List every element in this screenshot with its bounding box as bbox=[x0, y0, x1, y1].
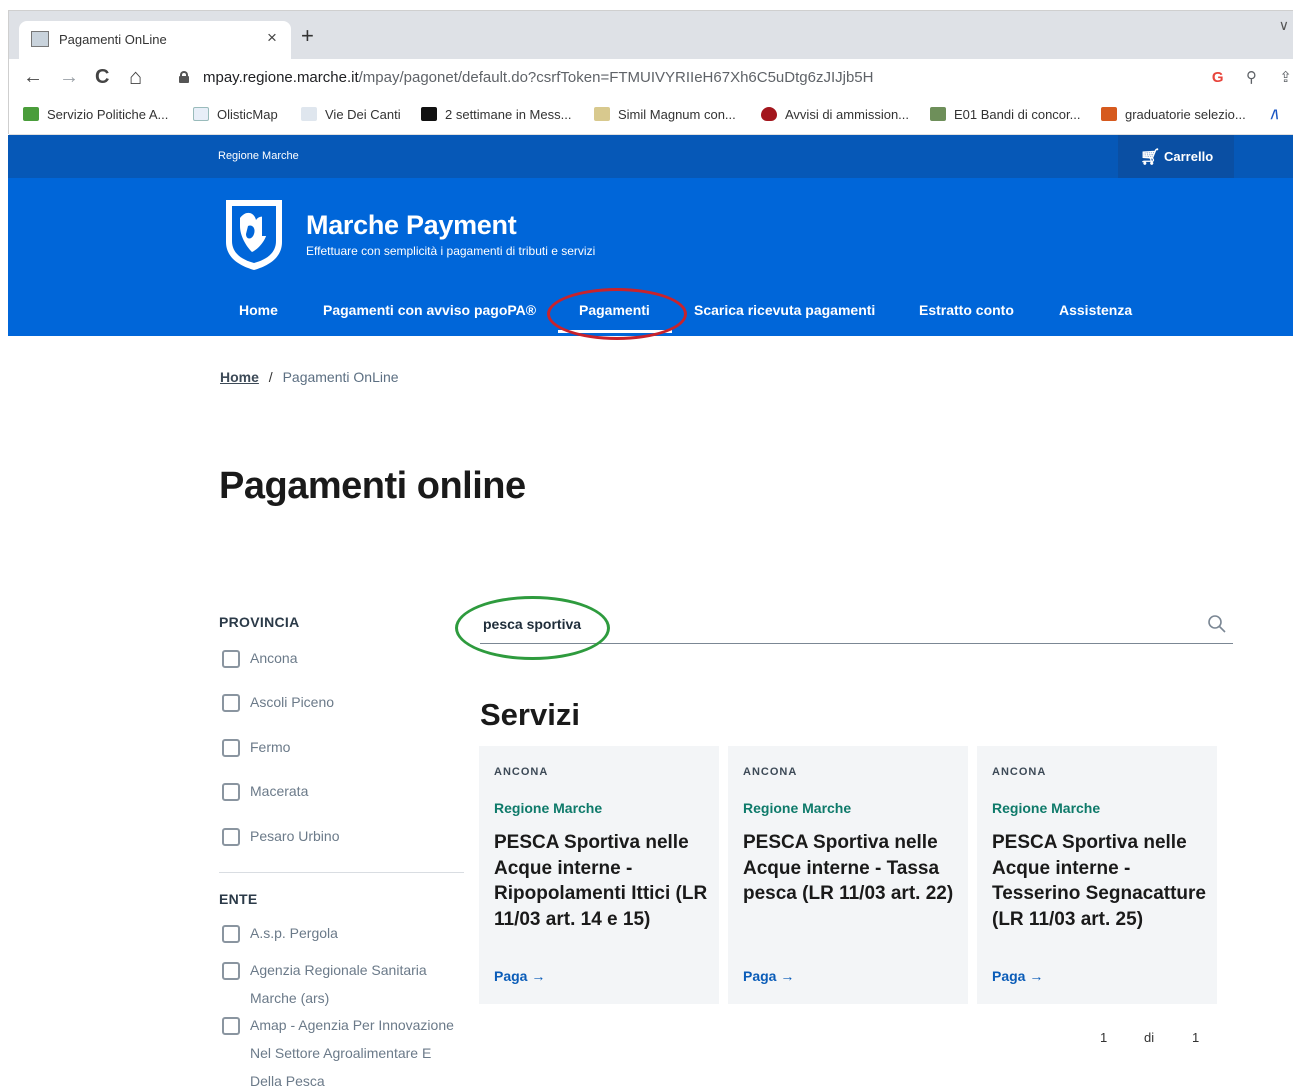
checkbox[interactable] bbox=[222, 828, 240, 846]
card-category: ANCONA bbox=[494, 766, 549, 778]
brand-title[interactable]: Marche Payment bbox=[306, 210, 517, 241]
share-icon[interactable]: ⇪ bbox=[1279, 68, 1292, 86]
filter-heading-provincia: PROVINCIA bbox=[219, 614, 300, 630]
card-title: PESCA Sportiva nelle Acque interne - Rip… bbox=[494, 832, 708, 930]
breadcrumb-separator: / bbox=[268, 369, 273, 385]
service-card: ANCONA Regione Marche PESCA Sportiva nel… bbox=[977, 746, 1217, 1004]
url-text: mpay.regione.marche.it/mpay/pagonet/defa… bbox=[203, 69, 874, 86]
pay-link[interactable]: Paga → bbox=[992, 968, 1043, 984]
back-icon[interactable]: ← bbox=[23, 67, 43, 87]
tab-title: Pagamenti OnLine bbox=[59, 32, 167, 47]
pay-link[interactable]: Paga → bbox=[743, 968, 794, 984]
checkbox[interactable] bbox=[222, 962, 240, 980]
bookmark-item[interactable]: E01 Bandi di concor... bbox=[930, 107, 1080, 122]
bookmark-icon bbox=[1101, 107, 1117, 121]
checkbox[interactable] bbox=[222, 1017, 240, 1035]
bookmark-overflow-icon[interactable]: /\ bbox=[1271, 107, 1278, 122]
breadcrumb: Home / Pagamenti OnLine bbox=[220, 369, 399, 385]
tab-search-icon[interactable]: ∨ bbox=[1279, 17, 1289, 34]
checkbox[interactable] bbox=[222, 739, 240, 757]
section-title-servizi: Servizi bbox=[480, 697, 580, 732]
card-title: PESCA Sportiva nelle Acque interne - Tes… bbox=[992, 832, 1207, 930]
brand-subtitle: Effettuare con semplicità i pagamenti di… bbox=[306, 244, 596, 258]
home-icon[interactable]: ⌂ bbox=[129, 66, 142, 88]
bookmark-item[interactable]: 2 settimane in Mess... bbox=[421, 107, 571, 122]
browser-toolbar: ← → C ⌂ mpay.regione.marche.it/mpay/pago… bbox=[9, 59, 1293, 97]
zoom-icon[interactable]: ⚲ bbox=[1246, 68, 1257, 86]
page-title: Pagamenti online bbox=[219, 465, 526, 507]
filter-divider bbox=[219, 872, 464, 873]
service-card: ANCONA Regione Marche PESCA Sportiva nel… bbox=[728, 746, 968, 1004]
bookmark-item[interactable]: Vie Dei Canti bbox=[301, 107, 401, 122]
search-icon[interactable] bbox=[1207, 614, 1227, 634]
card-ente: Regione Marche bbox=[494, 800, 603, 816]
card-ente: Regione Marche bbox=[743, 800, 852, 816]
address-bar[interactable]: mpay.regione.marche.it/mpay/pagonet/defa… bbox=[167, 63, 1292, 93]
annotation-green-circle bbox=[455, 596, 610, 660]
annotation-red-circle bbox=[547, 288, 687, 340]
bookmark-icon bbox=[421, 107, 437, 121]
filter-heading-ente: ENTE bbox=[219, 891, 258, 907]
pay-link[interactable]: Paga → bbox=[494, 968, 545, 984]
cart-label: Carrello bbox=[1164, 149, 1214, 164]
bookmark-icon bbox=[23, 107, 39, 121]
bookmark-item[interactable]: Simil Magnum con... bbox=[594, 107, 736, 122]
close-tab-icon[interactable]: × bbox=[267, 28, 277, 48]
checkbox[interactable] bbox=[222, 694, 240, 712]
card-category: ANCONA bbox=[992, 766, 1047, 778]
cart-icon: 🛒︎ bbox=[1140, 149, 1161, 166]
bookmark-item[interactable]: Avvisi di ammission... bbox=[761, 107, 909, 122]
reload-icon[interactable]: C bbox=[95, 67, 109, 87]
checkbox[interactable] bbox=[222, 650, 240, 668]
bookmarks-bar: Servizio Politiche A... OlisticMap Vie D… bbox=[9, 97, 1293, 135]
card-ente: Regione Marche bbox=[992, 800, 1101, 816]
bookmark-item[interactable]: Servizio Politiche A... bbox=[23, 107, 168, 122]
pagination-current[interactable]: 1 bbox=[1100, 1030, 1107, 1045]
new-tab-button[interactable]: + bbox=[301, 25, 314, 47]
bookmark-item[interactable]: graduatorie selezio... bbox=[1101, 107, 1246, 122]
browser-window: Pagamenti OnLine × + ∨ ← → C ⌂ mpay.regi… bbox=[8, 10, 1293, 135]
forward-icon[interactable]: → bbox=[59, 67, 79, 87]
card-title: PESCA Sportiva nelle Acque interne - Tas… bbox=[743, 832, 954, 904]
pagination-of: di bbox=[1144, 1030, 1155, 1045]
site-header: Marche Payment Effettuare con semplicità… bbox=[8, 178, 1293, 340]
checkbox[interactable] bbox=[222, 925, 240, 943]
bookmark-icon bbox=[301, 107, 317, 121]
nav-item-home[interactable]: Home bbox=[239, 302, 278, 318]
nav-item-scarica-ricevuta[interactable]: Scarica ricevuta pagamenti bbox=[694, 302, 875, 318]
bookmark-icon bbox=[761, 107, 777, 121]
breadcrumb-home-link[interactable]: Home bbox=[220, 369, 259, 385]
pagination-total[interactable]: 1 bbox=[1192, 1030, 1199, 1045]
bookmark-icon bbox=[594, 107, 610, 121]
checkbox[interactable] bbox=[222, 783, 240, 801]
region-logo-icon[interactable] bbox=[222, 196, 286, 272]
card-category: ANCONA bbox=[743, 766, 798, 778]
breadcrumb-current: Pagamenti OnLine bbox=[282, 369, 399, 385]
nav-item-assistenza[interactable]: Assistenza bbox=[1059, 302, 1132, 318]
tab-favicon-icon bbox=[31, 31, 49, 47]
nav-item-estratto-conto[interactable]: Estratto conto bbox=[919, 302, 1014, 318]
nav-item-pagopa[interactable]: Pagamenti con avviso pagoPA® bbox=[323, 302, 536, 318]
bookmark-icon bbox=[930, 107, 946, 121]
tab-strip: Pagamenti OnLine × + ∨ bbox=[9, 11, 1293, 59]
lock-icon bbox=[179, 71, 189, 83]
bookmark-icon bbox=[193, 107, 209, 121]
region-link[interactable]: Regione Marche bbox=[218, 150, 299, 162]
cart-button[interactable]: 🛒︎ Carrello bbox=[1118, 135, 1234, 178]
bookmark-item[interactable]: OlisticMap bbox=[193, 107, 278, 122]
browser-tab[interactable]: Pagamenti OnLine × bbox=[19, 21, 291, 59]
site-top-bar: Regione Marche 🛒︎ Carrello bbox=[8, 135, 1293, 178]
google-icon[interactable]: G bbox=[1212, 69, 1224, 86]
service-card: ANCONA Regione Marche PESCA Sportiva nel… bbox=[479, 746, 719, 1004]
